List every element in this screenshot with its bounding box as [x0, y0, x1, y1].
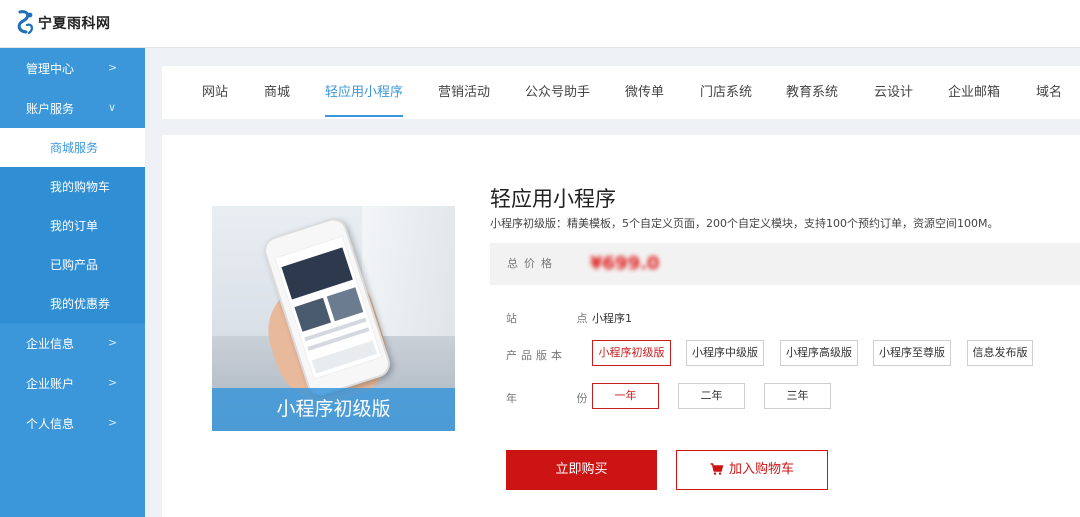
sidebar-item-company-info[interactable]: 企业信息 >: [0, 323, 145, 363]
tab-education-system[interactable]: 教育系统: [786, 66, 838, 119]
edition-option-basic[interactable]: 小程序初级版: [592, 340, 671, 366]
sidebar-item-label: 企业账户: [26, 376, 75, 391]
sidebar-item-label: 管理中心: [26, 61, 75, 76]
chevron-down-icon: ∨: [108, 101, 117, 114]
sidebar-item-label: 账户服务: [26, 101, 75, 116]
sidebar-item-label: 个人信息: [26, 416, 75, 431]
sidebar-item-label: 企业信息: [26, 336, 75, 351]
tab-marketing[interactable]: 营销活动: [438, 66, 490, 119]
tab-store-system[interactable]: 门店系统: [700, 66, 752, 119]
product-tabs: 网站 商城 轻应用小程序 营销活动 公众号助手 微传单 门店系统 教育系统 云设…: [162, 66, 1080, 119]
sidebar-item-account-services[interactable]: 账户服务 ∨: [0, 88, 145, 128]
sidebar-subitem-label: 我的订单: [50, 219, 99, 233]
add-to-cart-button[interactable]: 加入购物车: [676, 450, 828, 490]
sidebar: 管理中心 > 账户服务 ∨ 商城服务 我的购物车 我的订单 已购产品 我的优惠券…: [0, 48, 145, 517]
product-title: 轻应用小程序: [490, 187, 616, 211]
image-caption: 小程序初级版: [212, 388, 455, 431]
sidebar-subitem-purchased-products[interactable]: 已购产品: [0, 245, 145, 284]
chevron-right-icon: >: [108, 376, 118, 389]
tab-mall[interactable]: 商城: [264, 66, 290, 119]
sidebar-subitem-my-cart[interactable]: 我的购物车: [0, 167, 145, 206]
site-name: 宁夏雨科网: [38, 16, 111, 32]
price-box: 总价格 ¥699.0: [490, 243, 1080, 285]
price-value: ¥699.0: [590, 253, 660, 274]
sidebar-item-management-center[interactable]: 管理中心 >: [0, 48, 145, 88]
buy-now-button[interactable]: 立即购买: [506, 450, 657, 490]
year-option-3[interactable]: 三年: [764, 383, 831, 409]
top-header: 宁夏雨科网: [0, 0, 1080, 48]
edition-option-info-publish[interactable]: 信息发布版: [967, 340, 1033, 366]
sidebar-item-company-account[interactable]: 企业账户 >: [0, 363, 145, 403]
chevron-right-icon: >: [108, 336, 118, 349]
add-to-cart-label: 加入购物车: [728, 462, 794, 477]
edition-option-intermediate[interactable]: 小程序中级版: [686, 340, 764, 366]
tab-official-account[interactable]: 公众号助手: [525, 66, 590, 119]
tab-cloud-design[interactable]: 云设计: [874, 66, 913, 119]
screen-block: [294, 297, 331, 332]
tab-micro-flyer[interactable]: 微传单: [625, 66, 664, 119]
tab-enterprise-email[interactable]: 企业邮箱: [948, 66, 1000, 119]
edition-option-advanced[interactable]: 小程序高级版: [780, 340, 858, 366]
sidebar-subitem-my-coupons[interactable]: 我的优惠券: [0, 284, 145, 323]
chevron-right-icon: >: [108, 416, 118, 429]
product-image: 小程序初级版: [212, 206, 455, 431]
sidebar-subitem-label: 我的购物车: [50, 180, 111, 194]
year-option-1[interactable]: 一年: [592, 383, 659, 409]
site-logo[interactable]: 宁夏雨科网: [14, 8, 111, 38]
sidebar-item-personal-info[interactable]: 个人信息 >: [0, 403, 145, 443]
tab-mini-program[interactable]: 轻应用小程序: [325, 66, 404, 119]
product-description: 小程序初级版：精美模板，5个自定义页面，200个自定义模块，支持100个预约订单…: [490, 217, 999, 230]
sidebar-subitem-label: 我的优惠券: [50, 297, 111, 311]
sidebar-subitem-label: 已购产品: [50, 258, 99, 272]
cart-icon: [710, 453, 724, 491]
edition-label: 产品版本: [506, 349, 566, 362]
chevron-right-icon: >: [108, 61, 118, 74]
sidebar-subitem-mall-services[interactable]: 商城服务: [0, 128, 145, 167]
screen-block: [326, 287, 364, 322]
tab-website[interactable]: 网站: [202, 66, 228, 119]
edition-option-premium[interactable]: 小程序至尊版: [873, 340, 951, 366]
site-value: 小程序1: [592, 312, 632, 325]
tab-domain[interactable]: 域名: [1036, 66, 1062, 119]
price-label: 总价格: [507, 257, 558, 270]
sidebar-subitem-my-orders[interactable]: 我的订单: [0, 206, 145, 245]
product-panel: 小程序初级版 轻应用小程序 小程序初级版：精美模板，5个自定义页面，200个自定…: [162, 135, 1080, 517]
sidebar-subitem-label: 商城服务: [50, 141, 99, 155]
logo-icon: [14, 9, 36, 37]
year-option-2[interactable]: 二年: [678, 383, 745, 409]
